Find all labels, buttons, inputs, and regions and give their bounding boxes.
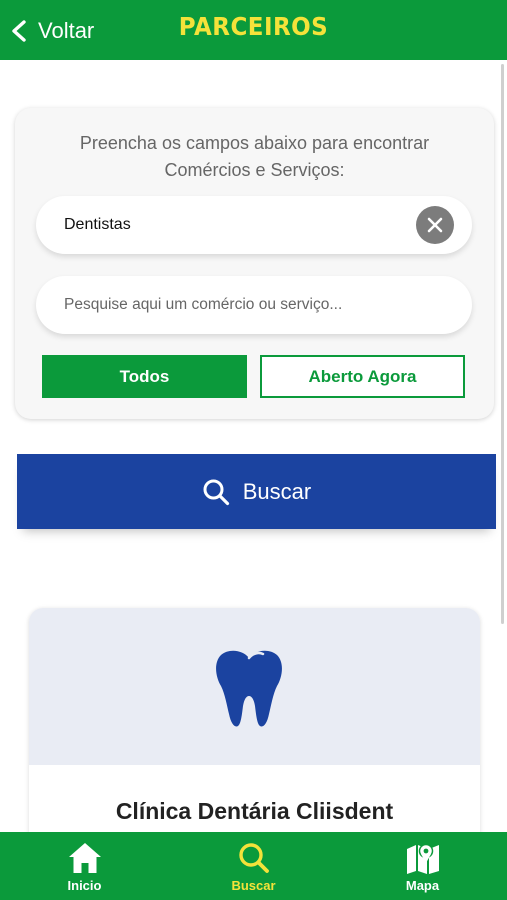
search-field[interactable] (36, 276, 472, 334)
tab-buscar-label: Buscar (231, 878, 276, 893)
category-field[interactable]: Dentistas (36, 196, 472, 254)
search-button[interactable]: Buscar (17, 454, 496, 529)
page-title: PARCEIROS (178, 12, 329, 41)
scrollbar[interactable] (501, 64, 504, 624)
search-button-label: Buscar (242, 478, 312, 504)
segment-all-button[interactable]: Todos (42, 355, 247, 398)
search-input[interactable] (64, 296, 444, 314)
search-icon (203, 479, 229, 505)
tab-mapa-label: Mapa (405, 878, 440, 893)
tab-buscar[interactable]: Buscar (169, 832, 338, 900)
map-icon (406, 843, 439, 874)
home-icon (68, 843, 101, 873)
tab-inicio-label: Inicio (67, 878, 102, 893)
result-image-area (29, 608, 480, 765)
close-icon (427, 217, 443, 233)
filter-instruction: Preencha os campos abaixo para encontrar… (79, 133, 430, 180)
filter-card: Preencha os campos abaixo para encontrar… (15, 108, 494, 419)
tooth-icon (216, 650, 282, 727)
category-value: Dentistas (64, 216, 131, 233)
app-header: Voltar PARCEIROS (0, 0, 507, 60)
search-icon (238, 843, 269, 873)
result-card[interactable]: Clínica Dentária Cliisdent (29, 608, 480, 868)
clear-category-button[interactable] (416, 206, 454, 244)
tab-inicio[interactable]: Inicio (0, 832, 169, 900)
segment-open-now-button[interactable]: Aberto Agora (260, 355, 465, 398)
tab-mapa[interactable]: Mapa (338, 832, 507, 900)
bottom-tab-bar: Inicio Buscar Mapa (0, 832, 507, 900)
result-name: Clínica Dentária Cliisdent (115, 798, 394, 824)
